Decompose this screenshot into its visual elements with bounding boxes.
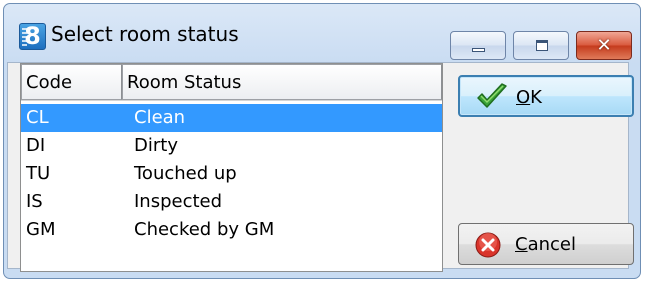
maximize-button[interactable] xyxy=(513,31,569,60)
minimize-icon xyxy=(472,48,485,52)
column-header-room-status[interactable]: Room Status xyxy=(122,64,442,100)
ok-label: OK xyxy=(516,87,542,108)
list-rows: CL Clean DI Dirty TU Touched up IS Inspe… xyxy=(21,104,442,244)
maximize-icon xyxy=(536,40,548,51)
list-row-tu[interactable]: TU Touched up xyxy=(21,160,442,188)
row-status: Dirty xyxy=(134,135,178,156)
minimize-button[interactable] xyxy=(450,31,506,60)
list-row-di[interactable]: DI Dirty xyxy=(21,132,442,160)
row-code: TU xyxy=(26,163,51,184)
list-header: Code Room Status xyxy=(21,64,442,101)
row-code: IS xyxy=(26,191,43,212)
window-title: Select room status xyxy=(51,22,239,46)
checkmark-icon xyxy=(477,83,507,108)
close-button[interactable]: ✕ xyxy=(576,31,632,60)
row-code: GM xyxy=(26,219,56,240)
list-row-cl[interactable]: CL Clean xyxy=(21,104,442,132)
row-status: Touched up xyxy=(134,163,237,184)
row-status: Inspected xyxy=(134,191,223,212)
cancel-icon xyxy=(475,232,501,258)
row-status: Clean xyxy=(134,107,186,128)
cancel-label: Cancel xyxy=(515,234,576,255)
list-row-gm[interactable]: GM Checked by GM xyxy=(21,216,442,244)
close-icon: ✕ xyxy=(596,35,612,56)
app-icon: 8 xyxy=(19,23,46,50)
cancel-button[interactable]: Cancel xyxy=(458,223,634,265)
row-status: Checked by GM xyxy=(134,219,275,240)
column-header-code[interactable]: Code xyxy=(21,64,122,100)
room-status-list[interactable]: Code Room Status CL Clean DI Dirty TU To… xyxy=(20,63,443,272)
row-code: CL xyxy=(26,107,49,128)
list-row-is[interactable]: IS Inspected xyxy=(21,188,442,216)
title-bar[interactable]: 8 Select room status ✕ xyxy=(4,4,640,64)
row-code: DI xyxy=(26,135,46,156)
ok-button[interactable]: OK xyxy=(458,75,634,117)
